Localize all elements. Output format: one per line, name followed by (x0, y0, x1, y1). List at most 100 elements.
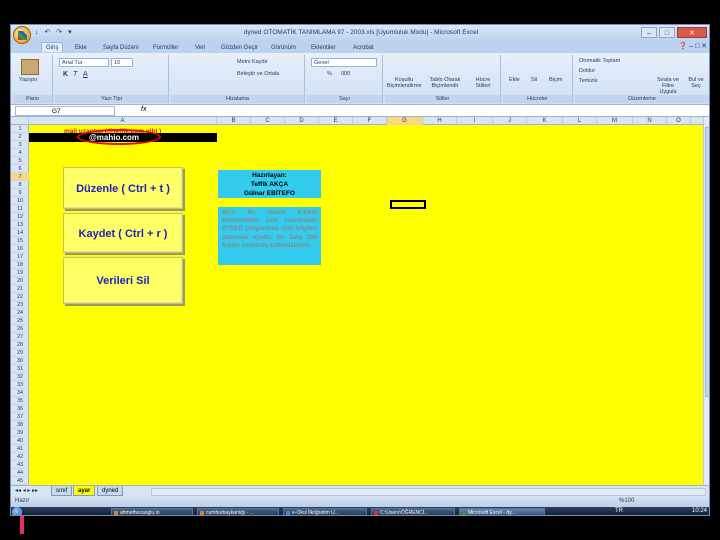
zoom-level[interactable]: %100 (619, 498, 634, 504)
row-header-26[interactable]: 26 (11, 325, 29, 333)
conditional-format-button[interactable]: Koşullu Biçimlendirme (387, 77, 422, 89)
wrap-text-button[interactable]: Metni Kaydır (237, 59, 268, 65)
row-header-22[interactable]: 22 (11, 293, 29, 301)
column-header-b[interactable]: B (217, 117, 251, 125)
row-header-30[interactable]: 30 (11, 357, 29, 365)
row-header-8[interactable]: 8 (11, 181, 29, 189)
language-indicator[interactable]: TR (615, 508, 623, 514)
row-header-15[interactable]: 15 (11, 237, 29, 245)
format-as-table-button[interactable]: Tablo Olarak Biçimlendir (425, 77, 465, 89)
row-header-1[interactable]: 1 (11, 125, 29, 133)
tab-home[interactable]: Giriş (41, 42, 64, 52)
row-header-33[interactable]: 33 (11, 381, 29, 389)
row-header-34[interactable]: 34 (11, 389, 29, 397)
column-header-c[interactable]: C (251, 117, 285, 125)
tab-data[interactable]: Veri (191, 43, 209, 53)
tab-insert[interactable]: Ekle (71, 43, 91, 53)
save-button[interactable]: Kaydet ( Ctrl + r ) (63, 213, 183, 253)
row-header-4[interactable]: 4 (11, 149, 29, 157)
row-header-12[interactable]: 12 (11, 213, 29, 221)
minimize-button[interactable]: – (641, 27, 657, 38)
column-header-k[interactable]: K (527, 117, 563, 125)
row-header-44[interactable]: 44 (11, 469, 29, 477)
number-format-select[interactable]: Genel (311, 58, 377, 67)
percent-button[interactable]: % (327, 71, 332, 77)
cell-styles-button[interactable]: Hücre Stilleri (469, 77, 497, 89)
column-header-a[interactable]: A (29, 117, 217, 125)
sort-filter-button[interactable]: Sırala ve Filtre Uygula (653, 77, 683, 95)
clear-button[interactable]: Temizle (579, 78, 598, 84)
row-header-27[interactable]: 27 (11, 333, 29, 341)
find-select-button[interactable]: Bul ve Seç (685, 77, 707, 89)
scroll-thumb[interactable] (705, 127, 709, 397)
column-header-h[interactable]: H (423, 117, 457, 125)
insert-cells-button[interactable]: Ekle (509, 77, 520, 83)
tab-review[interactable]: Gözden Geçir (217, 43, 262, 53)
row-header-21[interactable]: 21 (11, 285, 29, 293)
column-header-o[interactable]: O (667, 117, 691, 125)
paste-icon[interactable] (21, 59, 39, 75)
merge-center-button[interactable]: Birleştir ve Ortala (237, 71, 279, 77)
autosum-button[interactable]: Otomatik Toplam (579, 58, 620, 64)
row-header-10[interactable]: 10 (11, 197, 29, 205)
task-presidency[interactable]: cumhurbaşkanlığı - ... (197, 508, 279, 515)
clock[interactable]: 10:24 (692, 508, 707, 514)
row-header-40[interactable]: 40 (11, 437, 29, 445)
row-header-28[interactable]: 28 (11, 341, 29, 349)
row-header-20[interactable]: 20 (11, 277, 29, 285)
active-cell-g7[interactable] (390, 200, 426, 209)
sheet-tab-settings[interactable]: ayar (73, 486, 96, 496)
italic-button[interactable]: T (73, 71, 77, 78)
format-cells-button[interactable]: Biçim (549, 77, 562, 83)
column-header-l[interactable]: L (563, 117, 597, 125)
column-header-e[interactable]: E (319, 117, 353, 125)
row-header-17[interactable]: 17 (11, 253, 29, 261)
row-header-19[interactable]: 19 (11, 269, 29, 277)
vertical-scrollbar[interactable] (703, 117, 709, 485)
horizontal-scrollbar[interactable] (151, 488, 706, 496)
task-eokul[interactable]: e-Okul İlköğretim U... (283, 508, 367, 515)
row-header-35[interactable]: 35 (11, 397, 29, 405)
font-name-select[interactable]: Arial Tur (59, 58, 109, 67)
task-explorer[interactable]: C:\Users\ÖĞRENCİ... (371, 508, 455, 515)
insert-function-icon[interactable]: fx (141, 106, 146, 113)
column-header-m[interactable]: M (597, 117, 633, 125)
row-header-6[interactable]: 6 (11, 165, 29, 173)
delete-data-button[interactable]: Verileri Sil (63, 257, 183, 304)
row-header-37[interactable]: 37 (11, 413, 29, 421)
close-button[interactable]: ✕ (677, 27, 707, 38)
row-header-13[interactable]: 13 (11, 221, 29, 229)
column-header-g[interactable]: G (387, 117, 423, 125)
task-browser[interactable]: ahmethocaoglu.io (111, 508, 193, 515)
delete-cells-button[interactable]: Sil (531, 77, 537, 83)
row-header-18[interactable]: 18 (11, 261, 29, 269)
tab-formulas[interactable]: Formüller (149, 43, 182, 53)
bold-button[interactable]: K (63, 71, 68, 78)
row-header-3[interactable]: 3 (11, 141, 29, 149)
row-header-39[interactable]: 39 (11, 429, 29, 437)
ribbon-window-controls[interactable]: ❓ – □ ✕ (678, 42, 707, 50)
row-header-24[interactable]: 24 (11, 309, 29, 317)
row-header-14[interactable]: 14 (11, 229, 29, 237)
quick-access-toolbar[interactable]: ↓ ↶ ↷ ▾ (35, 28, 74, 36)
sheet-grid[interactable]: mail uzantısı (@teffik.com gibi ) @mahio… (29, 125, 703, 485)
sheet-tab-class[interactable]: sınıf (51, 486, 73, 496)
start-button[interactable] (12, 507, 22, 515)
row-header-43[interactable]: 43 (11, 461, 29, 469)
row-header-41[interactable]: 41 (11, 445, 29, 453)
comma-button[interactable]: 000 (341, 71, 350, 77)
row-header-36[interactable]: 36 (11, 405, 29, 413)
tab-view[interactable]: Görünüm (267, 43, 300, 53)
column-header-i[interactable]: I (457, 117, 493, 125)
underline-button[interactable]: A (83, 71, 88, 78)
row-header-29[interactable]: 29 (11, 349, 29, 357)
column-header-d[interactable]: D (285, 117, 319, 125)
row-header-45[interactable]: 45 (11, 477, 29, 485)
row-header-38[interactable]: 38 (11, 421, 29, 429)
column-header-j[interactable]: J (493, 117, 527, 125)
tab-page-layout[interactable]: Sayfa Düzeni (99, 43, 143, 53)
row-header-42[interactable]: 42 (11, 453, 29, 461)
edit-button[interactable]: Düzenle ( Ctrl + t ) (63, 167, 183, 209)
row-header-2[interactable]: 2 (11, 133, 29, 141)
column-header-n[interactable]: N (633, 117, 667, 125)
